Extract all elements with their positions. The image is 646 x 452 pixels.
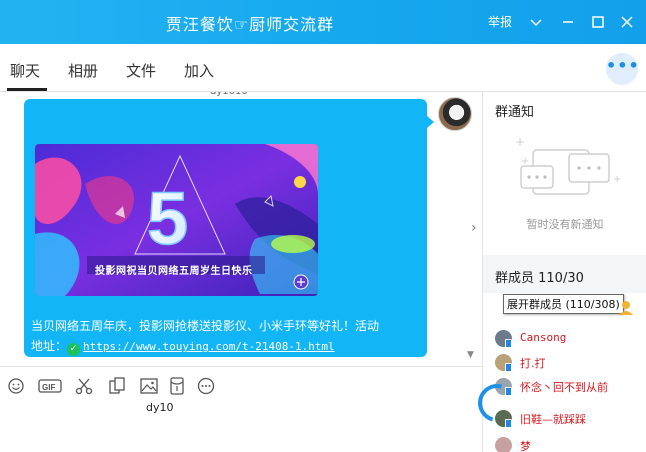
minimize-icon[interactable]: [558, 12, 578, 32]
close-icon[interactable]: [617, 12, 637, 32]
empty-notice-illustration: + + +: [515, 135, 621, 195]
member-name: 打.打: [520, 357, 546, 370]
bubble-tail: [427, 116, 434, 128]
svg-text:GIF: GIF: [42, 383, 55, 392]
more-tools-icon[interactable]: [196, 376, 216, 396]
image-icon[interactable]: [139, 376, 159, 396]
member-name: 旧鞋—就踩踩: [520, 413, 586, 426]
member-name: 怀念丶回不到从前: [520, 381, 608, 394]
side-panel: 群通知 + + + 暂时没有新通知 群成员 110/30 展开群成员 (110/…: [471, 92, 646, 452]
message-text-line2: 地址： ✓ https://www.touying.com/t-21408-1.ht…: [31, 337, 335, 356]
member-item[interactable]: 打.打: [495, 352, 645, 374]
member-item[interactable]: 旧鞋—就踩踩: [495, 408, 645, 430]
message-input[interactable]: dy10: [0, 401, 482, 452]
window-title: 贾汪餐饮☞厨师交流群: [165, 15, 335, 34]
svg-text:+: +: [613, 174, 621, 185]
banner-caption: 投影网祝当贝网络五周岁生日快乐: [95, 266, 253, 277]
chat-area[interactable]: dy1010: [0, 92, 482, 366]
red-packet-icon[interactable]: [167, 376, 187, 396]
members-tooltip: 展开群成员 (110/308): [503, 294, 624, 314]
draft-text: dy10: [146, 401, 174, 414]
file-transfer-icon[interactable]: [107, 376, 127, 396]
report-button[interactable]: 举报: [488, 13, 512, 30]
member-name: Cansong: [520, 331, 567, 344]
member-search-icon[interactable]: [617, 298, 635, 316]
gif-icon[interactable]: GIF: [38, 376, 62, 396]
members-title: 群成员 110/30: [495, 271, 584, 286]
maximize-icon[interactable]: [588, 12, 608, 32]
member-avatar: [495, 437, 512, 452]
members-header[interactable]: 群成员 110/30: [483, 255, 646, 293]
tab-chat[interactable]: 聊天: [10, 60, 40, 81]
banner-image[interactable]: 5 投影网祝当贝网络五周岁生日快乐: [35, 144, 318, 296]
collapse-panel-icon[interactable]: ›: [471, 220, 481, 244]
active-tab-indicator: [7, 88, 47, 91]
title-bar: 贾汪餐饮☞厨师交流群 举报: [0, 0, 646, 44]
notice-empty-text: 暂时没有新通知: [526, 218, 604, 231]
message-bubble[interactable]: 5 投影网祝当贝网络五周岁生日快乐 当贝网络五周年庆，投影网抢楼送投影仪、小米手…: [24, 99, 427, 357]
address-label: 地址：: [31, 339, 68, 353]
tab-bar: 聊天 相册 文件 加入 •••: [0, 44, 646, 92]
member-item[interactable]: Cansong: [495, 328, 645, 350]
mobile-online-icon: [505, 339, 512, 348]
chevron-down-icon[interactable]: [526, 12, 546, 32]
mobile-online-icon: [505, 419, 512, 428]
member-item[interactable]: 梦: [495, 435, 645, 452]
member-name: 梦: [520, 440, 531, 452]
message-link[interactable]: https://www.touying.com/t-21408-1.html: [83, 340, 335, 353]
input-toolbar: GIF: [0, 366, 482, 404]
mobile-online-icon: [505, 363, 512, 372]
previous-message-text: dy1010: [210, 92, 248, 97]
banner-number: 5: [147, 177, 188, 260]
tab-files[interactable]: 文件: [126, 60, 156, 81]
message-text-line1: 当贝网络五周年庆，投影网抢楼送投影仪、小米手环等好礼！活动: [31, 319, 380, 333]
member-item[interactable]: 怀念丶回不到从前: [495, 376, 645, 398]
group-notice-title[interactable]: 群通知: [495, 101, 534, 120]
sender-avatar[interactable]: [438, 97, 472, 131]
scroll-down-icon[interactable]: ▼: [467, 350, 474, 360]
screenshot-scissors-icon[interactable]: [74, 376, 94, 396]
tab-album[interactable]: 相册: [68, 60, 98, 81]
more-options-button[interactable]: •••: [606, 53, 639, 85]
verified-check-icon: ✓: [67, 343, 81, 356]
svg-text:+: +: [515, 135, 525, 149]
tab-join[interactable]: 加入: [184, 60, 214, 81]
emoji-icon[interactable]: [6, 376, 26, 396]
